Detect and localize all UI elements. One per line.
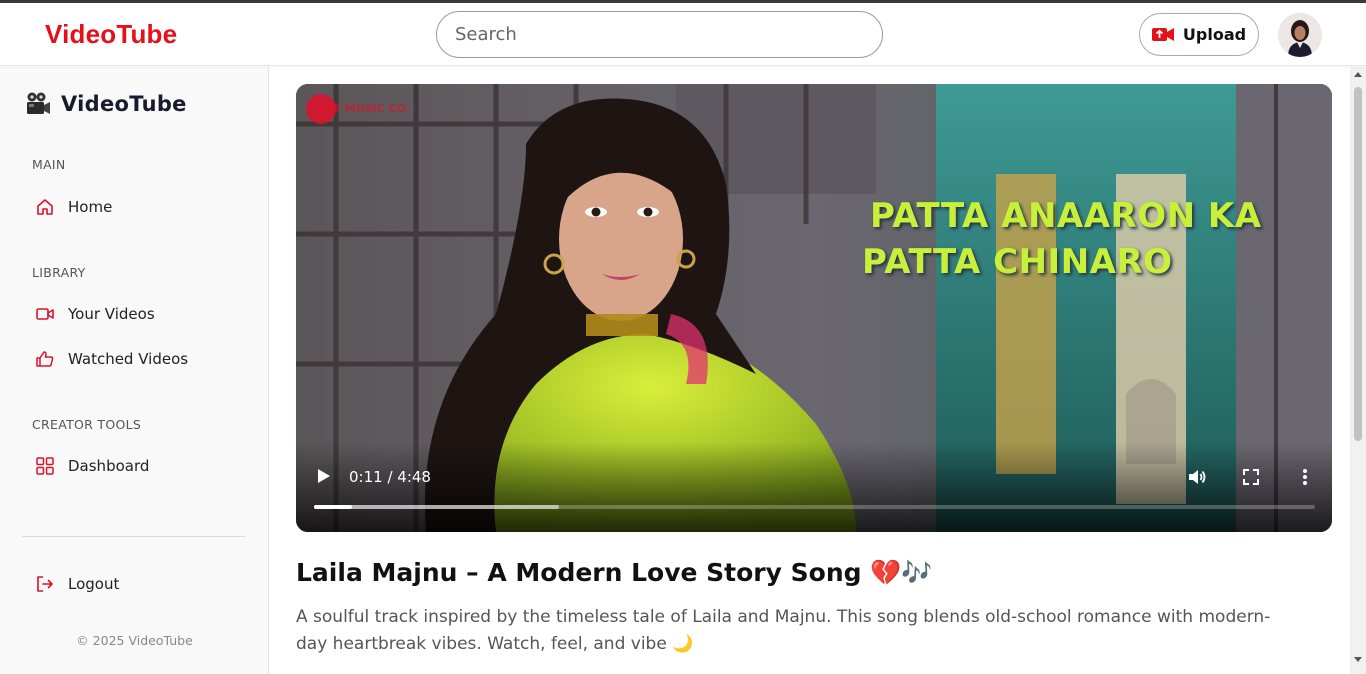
section-title-creator-tools: CREATOR TOOLS [32, 417, 142, 432]
brand-logo[interactable]: VideoTube [45, 19, 177, 50]
upload-label: Upload [1182, 25, 1247, 44]
scroll-down-arrow-icon[interactable] [1354, 657, 1362, 662]
sidebar-item-label: Watched Videos [68, 350, 189, 368]
sidebar-item-label: Your Videos [68, 305, 155, 323]
sidebar: VideoTube MAIN Home LIBRARY Your Videos … [0, 67, 269, 674]
video-player[interactable]: ZEE MUSIC CO. PATTA ANAARON KA PATTA CHI… [296, 84, 1332, 532]
search-input[interactable] [436, 11, 883, 58]
sidebar-brand-label: VideoTube [61, 92, 187, 116]
progress-bar[interactable] [314, 505, 1315, 509]
sidebar-item-dashboard[interactable]: Dashboard [22, 447, 245, 485]
page-scrollbar[interactable] [1350, 67, 1366, 674]
sidebar-brand[interactable]: VideoTube [25, 91, 187, 117]
thumbs-up-icon [36, 351, 54, 367]
scroll-up-arrow-icon[interactable] [1354, 72, 1362, 77]
sidebar-item-label: Dashboard [68, 457, 150, 475]
sidebar-item-watched-videos[interactable]: Watched Videos [22, 340, 245, 378]
volume-icon[interactable] [1186, 466, 1208, 488]
sidebar-item-home[interactable]: Home [22, 188, 245, 226]
user-avatar[interactable] [1278, 13, 1322, 57]
sidebar-item-your-videos[interactable]: Your Videos [22, 295, 245, 333]
avatar-image [1278, 13, 1322, 57]
controls-overlay [296, 442, 1332, 532]
section-title-main: MAIN [32, 157, 66, 172]
lyric-line-2: PATTA CHINARO [862, 242, 1173, 282]
played-bar [314, 505, 353, 509]
more-options-icon[interactable] [1294, 466, 1316, 488]
video-description: A soulful track inspired by the timeless… [296, 607, 1271, 654]
dashboard-grid-icon [36, 457, 54, 475]
scroll-thumb[interactable] [1354, 87, 1362, 441]
video-title: Laila Majnu – A Modern Love Story Song 💔… [296, 558, 933, 587]
fullscreen-icon[interactable] [1240, 466, 1262, 488]
lyric-line-1: PATTA ANAARON KA [870, 196, 1262, 236]
sidebar-divider [22, 536, 245, 537]
section-title-library: LIBRARY [32, 265, 86, 280]
home-icon [37, 199, 53, 215]
channel-watermark-text: ZEE MUSIC CO. [318, 102, 410, 115]
logout-icon [37, 576, 53, 592]
time-display: 0:11 / 4:48 [349, 468, 431, 486]
copyright-text: © 2025 VideoTube [76, 633, 193, 648]
video-icon [36, 308, 54, 320]
logout-button[interactable]: Logout [22, 565, 245, 603]
movie-camera-icon [27, 92, 50, 114]
top-header: VideoTube Upload [0, 3, 1366, 66]
logout-label: Logout [68, 575, 120, 593]
sidebar-item-label: Home [68, 198, 113, 216]
video-camera-icon [1151, 28, 1174, 41]
upload-button[interactable]: Upload [1139, 13, 1259, 56]
play-icon[interactable] [311, 464, 335, 488]
